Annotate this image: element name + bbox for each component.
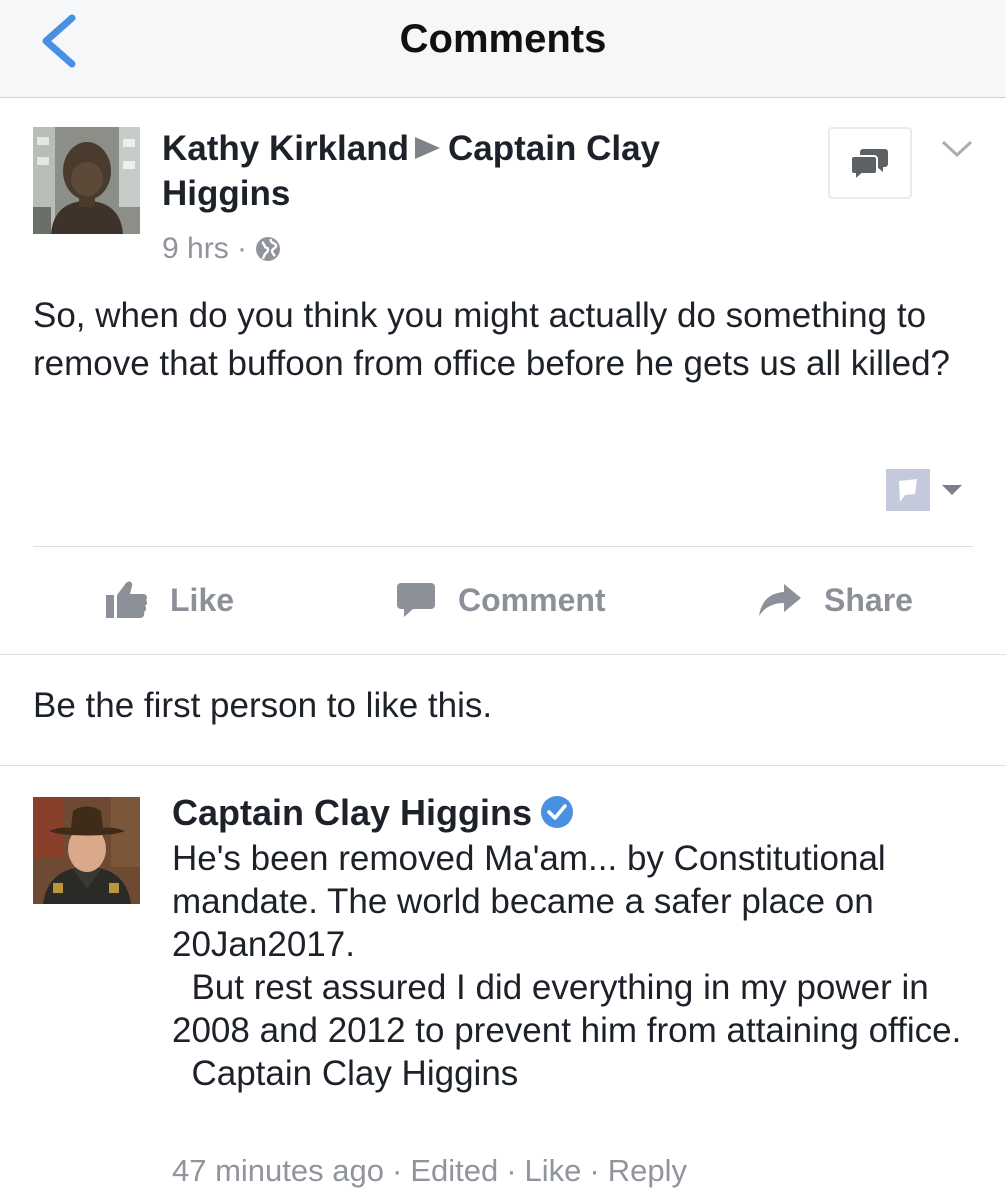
likes-summary: Be the first person to like this.	[33, 686, 493, 725]
meta-separator: ·	[237, 232, 248, 265]
comment-timestamp[interactable]: 47 minutes ago	[172, 1153, 384, 1188]
flag-dropdown-caret[interactable]	[940, 483, 964, 497]
share-button[interactable]: Share	[758, 572, 913, 628]
page-title: Comments	[399, 17, 607, 61]
meta-separator: ·	[506, 1153, 517, 1188]
post-options-button[interactable]	[940, 138, 974, 160]
comment-meta: 47 minutes ago · Edited · Like · Reply	[172, 1149, 687, 1193]
speech-bubble-icon	[397, 583, 435, 617]
post-author-line: Kathy Kirkland Captain Clay Higgins	[162, 126, 762, 216]
comment-author: Captain Clay Higgins	[172, 791, 574, 839]
comment-edited-link[interactable]: Edited	[410, 1153, 498, 1188]
divider	[33, 546, 973, 547]
comment-label: Comment	[458, 581, 606, 618]
comment-author-avatar[interactable]	[33, 797, 140, 904]
message-button[interactable]	[828, 127, 912, 199]
divider	[0, 654, 1006, 655]
share-arrow-icon	[759, 584, 801, 616]
shared-to-arrow-icon	[415, 137, 440, 159]
like-button[interactable]: Like	[104, 572, 234, 628]
messages-icon	[850, 149, 888, 183]
post-message: So, when do you think you might actually…	[33, 296, 951, 383]
globe-icon	[255, 233, 281, 273]
thumbs-up-icon	[106, 581, 148, 618]
comment-button[interactable]: Comment	[396, 572, 606, 628]
flag-icon	[899, 479, 917, 502]
comment-author-name[interactable]: Captain Clay Higgins	[172, 792, 532, 833]
verified-badge-icon	[540, 795, 574, 839]
meta-separator: ·	[391, 1153, 403, 1188]
post-author-avatar[interactable]	[33, 127, 140, 234]
comment-reply-link[interactable]: Reply	[608, 1153, 687, 1188]
meta-separator: ·	[589, 1153, 600, 1188]
divider	[0, 765, 1006, 766]
reaction-flag-button[interactable]	[886, 469, 930, 511]
chevron-down-icon	[941, 140, 973, 158]
like-label: Like	[170, 581, 235, 618]
post-author-name[interactable]: Kathy Kirkland	[162, 129, 409, 168]
share-label: Share	[824, 581, 913, 618]
post-timestamp[interactable]: 9 hrs	[162, 232, 229, 265]
caret-down-icon	[942, 485, 962, 495]
comment-text: He's been removed Ma'am... by Constituti…	[172, 839, 962, 1093]
comment-like-link[interactable]: Like	[525, 1153, 582, 1188]
post-meta: 9 hrs ·	[162, 229, 281, 273]
